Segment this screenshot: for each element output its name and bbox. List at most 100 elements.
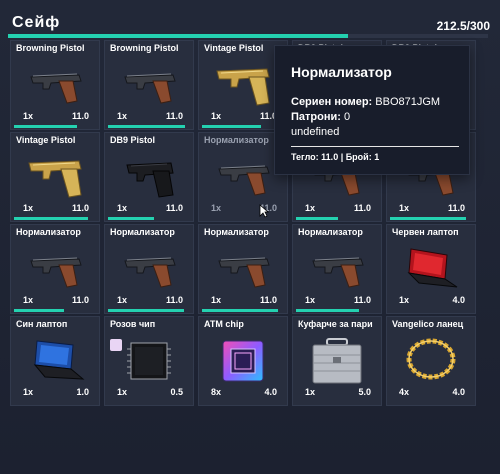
brown-pistol-icon: [209, 153, 277, 201]
slot-weight: 11.0: [353, 295, 371, 305]
durability-bar: [14, 309, 65, 312]
slot-weight: 4.0: [452, 295, 465, 305]
durability-bar: [14, 217, 88, 220]
slot-quantity: 1x: [211, 203, 222, 213]
durability-bar: [296, 309, 359, 312]
holo-chip-icon: [209, 337, 277, 385]
durability-bar: [14, 125, 77, 128]
durability-bar: [108, 309, 184, 312]
slot-item-name: Browning Pistol: [16, 43, 85, 53]
slot-weight: 1.0: [76, 387, 89, 397]
slot-item-name: ATM chip: [204, 319, 244, 329]
tooltip-divider: [291, 146, 459, 147]
slot-weight: 11.0: [71, 111, 89, 121]
tooltip-serial-label: Сериен номер:: [291, 96, 373, 108]
slot-item-name: Червен лаптоп: [392, 227, 459, 237]
slot-quantity: 1x: [305, 203, 316, 213]
inventory-slot[interactable]: Browning Pistol 1x 11.0: [104, 40, 194, 130]
inventory-slot[interactable]: Нормализатор 1x 11.0: [10, 224, 100, 314]
slot-item-name: DB9 Pistol: [110, 135, 156, 145]
slot-weight: 11.0: [165, 295, 183, 305]
inventory-title: Сейф: [12, 14, 61, 31]
item-tooltip: Нормализатор Сериен номер: BBO871JGM Пат…: [274, 45, 470, 175]
slot-item-name: Розов чип: [110, 319, 156, 329]
brown-pistol-icon: [21, 61, 89, 109]
durability-bar: [108, 125, 186, 128]
slot-weight: 11.0: [71, 295, 89, 305]
slot-quantity: 1x: [23, 111, 34, 121]
blue-laptop-icon: [21, 337, 89, 385]
inventory-slot[interactable]: Куфарче за пари 1x 5.0: [292, 316, 382, 406]
silver-briefcase-icon: [303, 337, 371, 385]
inventory-slot[interactable]: Розов чип 1x 0.5: [104, 316, 194, 406]
slot-quantity: 1x: [305, 295, 316, 305]
slot-item-name: Browning Pistol: [110, 43, 179, 53]
slot-weight: 11.0: [71, 203, 89, 213]
slot-quantity: 1x: [211, 295, 222, 305]
slot-item-name: Нормализатор: [110, 227, 175, 237]
slot-quantity: 1x: [117, 111, 128, 121]
inventory-slot[interactable]: ATM chip 8x 4.0: [198, 316, 288, 406]
slot-weight: 4.0: [264, 387, 277, 397]
slot-quantity: 8x: [211, 387, 222, 397]
slot-quantity: 1x: [211, 111, 222, 121]
red-laptop-icon: [397, 245, 465, 293]
gold-pistol-icon: [21, 153, 89, 201]
slot-quantity: 1x: [117, 387, 128, 397]
slot-item-name: Нормализатор: [204, 227, 269, 237]
brown-pistol-icon: [115, 245, 183, 293]
slot-quantity: 1x: [399, 295, 410, 305]
mouse-cursor-icon: [259, 204, 269, 218]
slot-quantity: 1x: [117, 295, 128, 305]
capacity-bar: [8, 34, 488, 38]
durability-bar: [108, 217, 155, 220]
slot-item-name: Нормализатор: [16, 227, 81, 237]
inventory-slot[interactable]: DB9 Pistol 1x 11.0: [104, 132, 194, 222]
tooltip-ammo-value: 0: [343, 111, 351, 123]
slot-item-name: Vintage Pistol: [16, 135, 76, 145]
black-chip-icon: [115, 337, 183, 385]
slot-quantity: 1x: [305, 387, 316, 397]
inventory-slot[interactable]: Vangelico ланец 4x 4.0: [386, 316, 476, 406]
slot-weight: 11.0: [447, 203, 465, 213]
gold-chain-icon: [397, 337, 465, 385]
tooltip-ammo-label: Патрони:: [291, 111, 341, 123]
inventory-slot[interactable]: Нормализатор 1x 11.0: [104, 224, 194, 314]
slot-item-name: Син лаптоп: [16, 319, 68, 329]
tooltip-footer: Тегло: 11.0 | Брой: 1: [291, 152, 380, 162]
brown-pistol-icon: [21, 245, 89, 293]
slot-weight: 11.0: [259, 295, 277, 305]
tooltip-title: Нормализатор: [291, 64, 392, 80]
inventory-slot[interactable]: Син лаптоп 1x 1.0: [10, 316, 100, 406]
slot-item-name: Нормализатор: [204, 135, 269, 145]
inventory-slot[interactable]: Vintage Pistol 1x 11.0: [10, 132, 100, 222]
durability-bar: [202, 125, 261, 128]
slot-item-name: Нормализатор: [298, 227, 363, 237]
tooltip-extra: undefined: [291, 126, 340, 138]
durability-bar: [390, 217, 466, 220]
slot-quantity: 1x: [23, 387, 34, 397]
slot-item-name: Vangelico ланец: [392, 319, 464, 329]
gold-pistol-icon: [209, 61, 277, 109]
inventory-slot[interactable]: Browning Pistol 1x 11.0: [10, 40, 100, 130]
inventory-slot[interactable]: Нормализатор 1x 11.0: [292, 224, 382, 314]
durability-bar: [202, 309, 278, 312]
inventory-panel: Сейф 212.5/300 Browning Pistol 1x 11.0 Brow…: [0, 0, 500, 474]
brown-pistol-icon: [209, 245, 277, 293]
inventory-slot[interactable]: Червен лаптоп 1x 4.0: [386, 224, 476, 314]
slot-quantity: 1x: [399, 203, 410, 213]
slot-item-name: Куфарче за пари: [298, 319, 373, 329]
black-pistol-icon: [115, 153, 183, 201]
tooltip-ammo: Патрони: 0: [291, 111, 350, 123]
slot-weight: 4.0: [452, 387, 465, 397]
capacity-readout: 212.5/300: [436, 19, 490, 33]
durability-bar: [296, 217, 338, 220]
slot-quantity: 1x: [117, 203, 128, 213]
slot-weight: 11.0: [165, 111, 183, 121]
slot-weight: 11.0: [165, 203, 183, 213]
brown-pistol-icon: [303, 245, 371, 293]
slot-quantity: 4x: [399, 387, 410, 397]
inventory-slot[interactable]: Нормализатор 1x 11.0: [198, 224, 288, 314]
tooltip-serial: Сериен номер: BBO871JGM: [291, 96, 440, 108]
slot-item-name: Vintage Pistol: [204, 43, 264, 53]
